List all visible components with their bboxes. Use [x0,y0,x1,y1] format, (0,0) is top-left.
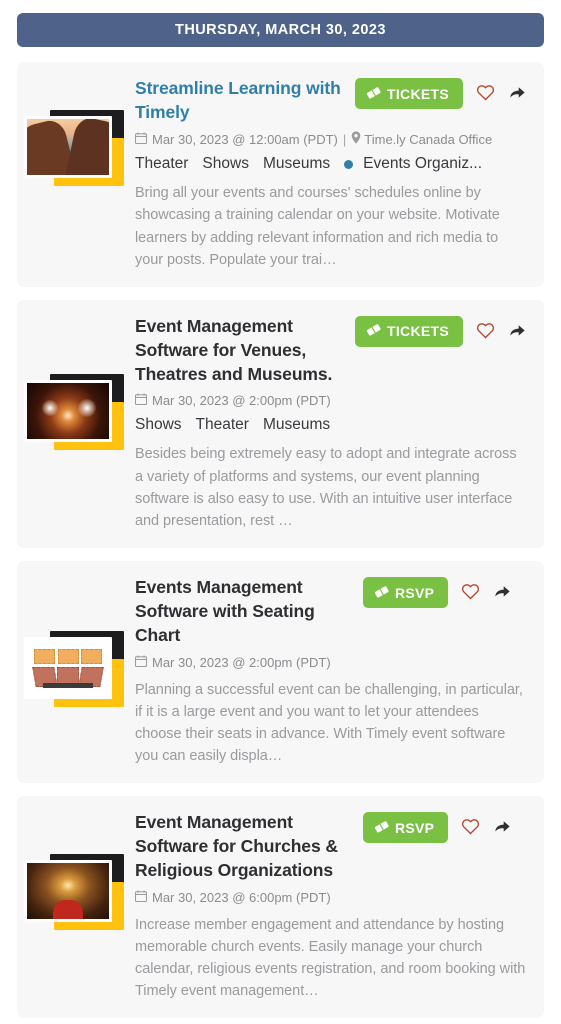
date-header-label: THURSDAY, MARCH 30, 2023 [175,22,386,38]
heart-icon [461,817,480,838]
event-thumbnail[interactable] [24,110,130,186]
event-actions: RSVP [363,810,512,844]
event-content: Event Management Software for Venues, Th… [130,314,527,532]
ticket-icon [366,322,381,340]
event-title[interactable]: Streamline Learning with Timely [135,76,345,124]
event-card[interactable]: Streamline Learning with Timely TICKETS [17,62,544,287]
event-tags: Theater Shows Museums Events Organiz... [135,155,527,173]
event-excerpt: Planning a successful event can be chall… [135,681,523,765]
event-tag[interactable]: Theater [135,155,188,173]
ticket-icon [366,85,381,103]
event-actions: TICKETS [355,314,527,347]
event-date: Mar 30, 2023 @ 12:00am (PDT) [152,131,338,147]
event-content: Events Management Software with Seating … [130,575,527,767]
event-card[interactable]: Event Management Software for Venues, Th… [17,299,544,549]
ticket-icon [374,819,389,837]
event-excerpt: Increase member engagement and attendanc… [135,916,526,1000]
rsvp-button-label: RSVP [395,819,435,836]
calendar-icon [135,132,148,147]
rsvp-button[interactable]: RSVP [363,812,449,844]
calendar-icon [135,393,148,408]
event-meta: Mar 30, 2023 @ 12:00am (PDT) | Time.ly C… [135,131,527,147]
event-meta: Mar 30, 2023 @ 6:00pm (PDT) [135,890,527,905]
rsvp-button[interactable]: RSVP [363,577,449,609]
thumbnail-image [24,860,112,923]
event-date: Mar 30, 2023 @ 6:00pm (PDT) [152,889,331,905]
thumbnail-image [24,637,112,700]
event-thumbnail[interactable] [24,854,130,931]
heart-icon [461,582,480,603]
event-card[interactable]: Event Management Software for Churches &… [17,796,544,1019]
tickets-button-label: TICKETS [387,323,449,340]
calendar-icon [135,655,148,670]
ticket-icon [374,584,389,602]
events-list-page: THURSDAY, MARCH 30, 2023 Streamline Lear… [0,0,561,1024]
share-button[interactable] [508,83,527,104]
title-row: Event Management Software for Churches &… [135,810,527,882]
event-thumbnail[interactable] [24,373,130,450]
title-row: Streamline Learning with Timely TICKETS [135,76,527,124]
event-actions: TICKETS [355,76,527,109]
event-tag[interactable]: Shows [135,416,182,434]
date-header-bar: THURSDAY, MARCH 30, 2023 [17,13,544,47]
event-excerpt: Besides being extremely easy to adopt an… [135,446,517,529]
favorite-button[interactable] [476,83,495,104]
event-content: Event Management Software for Churches &… [130,810,527,1002]
event-actions: RSVP [363,575,512,609]
share-icon [508,321,527,342]
event-card[interactable]: Events Management Software with Seating … [17,561,544,784]
favorite-button[interactable] [476,321,495,342]
share-icon [508,83,527,104]
event-title[interactable]: Events Management Software with Seating … [135,575,353,647]
tickets-button[interactable]: TICKETS [355,315,463,347]
event-tag[interactable]: Museums [263,155,330,173]
rsvp-button-label: RSVP [395,584,435,601]
event-excerpt: Bring all your events and courses' sched… [135,185,500,268]
heart-icon [476,83,495,104]
favorite-button[interactable] [461,817,480,838]
event-thumbnail[interactable] [24,631,130,708]
event-meta: Mar 30, 2023 @ 2:00pm (PDT) [135,393,527,408]
event-tag[interactable]: Shows [202,155,249,173]
tickets-button[interactable]: TICKETS [355,78,463,109]
share-icon [493,582,512,603]
title-row: Events Management Software with Seating … [135,575,527,647]
favorite-button[interactable] [461,582,480,603]
thumbnail-image [24,116,112,178]
share-button[interactable] [493,582,512,603]
event-tag[interactable]: Museums [263,416,330,434]
meta-separator: | [342,131,347,147]
heart-icon [476,321,495,342]
event-meta: Mar 30, 2023 @ 2:00pm (PDT) [135,655,527,670]
event-title[interactable]: Event Management Software for Venues, Th… [135,314,345,386]
calendar-icon [135,890,148,905]
event-date: Mar 30, 2023 @ 2:00pm (PDT) [152,654,331,670]
event-content: Streamline Learning with Timely TICKETS [130,76,527,271]
event-taxonomy[interactable]: Events Organiz... [363,155,482,173]
map-pin-icon [351,131,361,147]
event-date: Mar 30, 2023 @ 2:00pm (PDT) [152,393,331,409]
event-tag[interactable]: Theater [196,416,249,434]
taxonomy-dot-icon [344,159,354,169]
event-title[interactable]: Event Management Software for Churches &… [135,810,353,882]
share-button[interactable] [508,321,527,342]
share-button[interactable] [493,817,512,838]
tickets-button-label: TICKETS [387,85,449,102]
thumbnail-image [24,379,112,442]
event-tags: Shows Theater Museums [135,416,527,434]
event-venue[interactable]: Time.ly Canada Office [364,132,492,147]
share-icon [493,817,512,838]
title-row: Event Management Software for Venues, Th… [135,314,527,386]
